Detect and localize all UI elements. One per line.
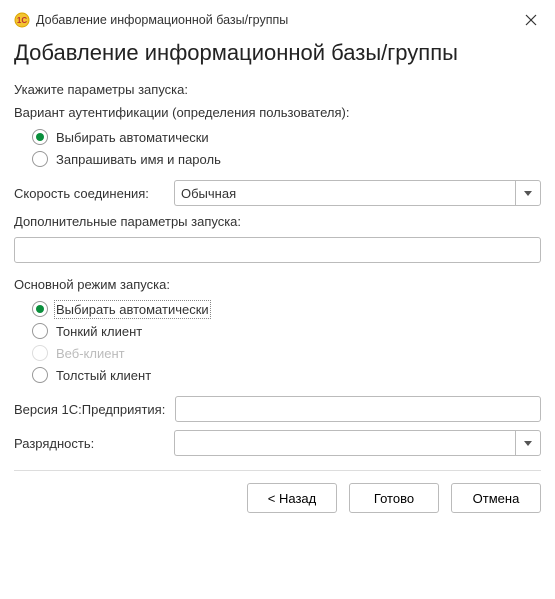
mode-option-thin-label: Тонкий клиент xyxy=(56,324,142,339)
mode-option-auto[interactable]: Выбирать автоматически xyxy=(14,298,541,320)
speed-dropdown-button[interactable] xyxy=(515,180,541,206)
radio-icon xyxy=(32,345,48,361)
mode-label: Основной режим запуска: xyxy=(14,277,541,292)
mode-option-web-label: Веб-клиент xyxy=(56,346,125,361)
speed-value[interactable] xyxy=(174,180,515,206)
radio-icon xyxy=(32,323,48,339)
mode-option-thick[interactable]: Толстый клиент xyxy=(14,364,541,386)
chevron-down-icon xyxy=(524,439,532,447)
dialog-window: 1C Добавление информационной базы/группы… xyxy=(0,0,555,527)
version-input[interactable] xyxy=(175,396,541,422)
finish-button[interactable]: Готово xyxy=(349,483,439,513)
chevron-down-icon xyxy=(524,189,532,197)
version-row: Версия 1С:Предприятия: xyxy=(14,396,541,422)
bitness-select[interactable] xyxy=(174,430,541,456)
svg-text:1C: 1C xyxy=(17,16,27,25)
mode-option-thin[interactable]: Тонкий клиент xyxy=(14,320,541,342)
mode-option-thick-label: Толстый клиент xyxy=(56,368,151,383)
subheading: Укажите параметры запуска: xyxy=(14,82,541,97)
bitness-row: Разрядность: xyxy=(14,430,541,456)
speed-row: Скорость соединения: xyxy=(14,180,541,206)
bitness-value[interactable] xyxy=(174,430,515,456)
bitness-dropdown-button[interactable] xyxy=(515,430,541,456)
auth-option-auto[interactable]: Выбирать автоматически xyxy=(14,126,541,148)
mode-radio-group: Выбирать автоматически Тонкий клиент Веб… xyxy=(14,298,541,386)
auth-label: Вариант аутентификации (определения поль… xyxy=(14,105,541,120)
auth-option-prompt[interactable]: Запрашивать имя и пароль xyxy=(14,148,541,170)
window-title: Добавление информационной базы/группы xyxy=(36,13,515,27)
radio-icon xyxy=(32,151,48,167)
auth-option-auto-label: Выбирать автоматически xyxy=(56,130,209,145)
app-icon: 1C xyxy=(14,12,30,28)
speed-select[interactable] xyxy=(174,180,541,206)
mode-option-web: Веб-клиент xyxy=(14,342,541,364)
back-button[interactable]: < Назад xyxy=(247,483,337,513)
auth-option-prompt-label: Запрашивать имя и пароль xyxy=(56,152,221,167)
radio-icon xyxy=(32,367,48,383)
radio-icon xyxy=(32,301,48,317)
titlebar: 1C Добавление информационной базы/группы xyxy=(14,10,541,30)
radio-icon xyxy=(32,129,48,145)
close-button[interactable] xyxy=(521,10,541,30)
auth-radio-group: Выбирать автоматически Запрашивать имя и… xyxy=(14,126,541,170)
page-title: Добавление информационной базы/группы xyxy=(14,40,541,66)
speed-label: Скорость соединения: xyxy=(14,186,164,201)
extra-params-input[interactable] xyxy=(14,237,541,263)
extra-label: Дополнительные параметры запуска: xyxy=(14,214,541,229)
mode-option-auto-label: Выбирать автоматически xyxy=(56,302,209,317)
bitness-label: Разрядность: xyxy=(14,436,164,451)
cancel-button[interactable]: Отмена xyxy=(451,483,541,513)
close-icon xyxy=(525,14,537,26)
button-row: < Назад Готово Отмена xyxy=(14,483,541,513)
version-label: Версия 1С:Предприятия: xyxy=(14,402,165,417)
separator xyxy=(14,470,541,471)
